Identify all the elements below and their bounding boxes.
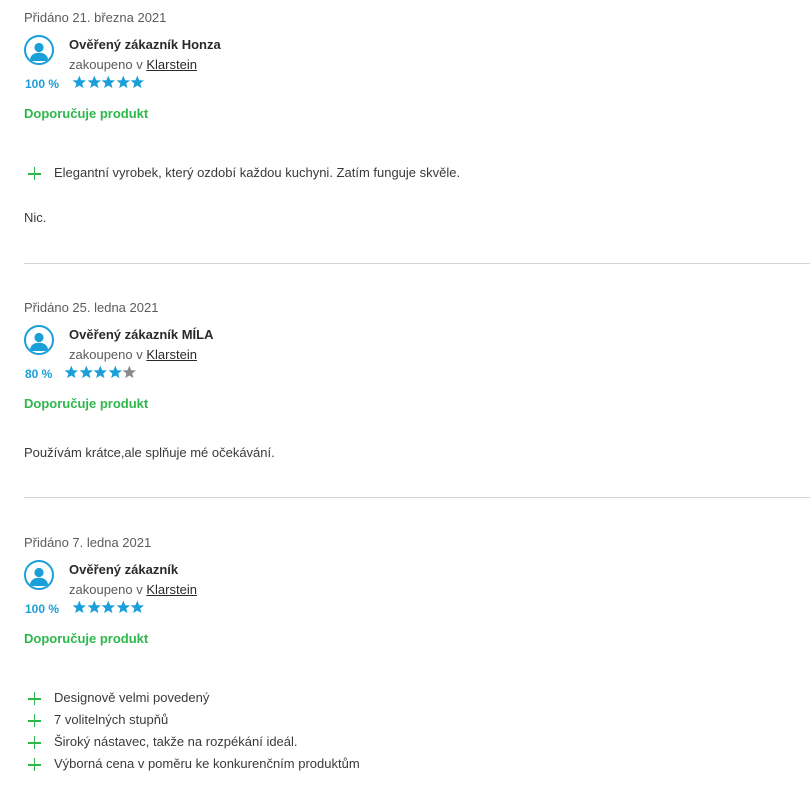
plus-icon (28, 167, 41, 180)
review-item: Přidáno 21. března 2021 Ověřený zákazník… (24, 10, 810, 250)
recommend-label: Doporučuje produkt (24, 106, 149, 121)
star-icon (72, 75, 86, 89)
user-avatar-icon (24, 325, 54, 355)
review-author: Ověřený zákazník MÍLA zakoupeno v Klarst… (24, 325, 624, 363)
review-item: Přidáno 25. ledna 2021 Ověřený zákazník … (24, 300, 810, 480)
review-date: Přidáno 21. března 2021 (24, 10, 167, 25)
pros-list: Designově velmi povedený 7 volitelných s… (24, 690, 360, 778)
pros-item: Designově velmi povedený (24, 690, 360, 712)
divider (24, 497, 810, 498)
pros-list: Elegantní vyrobek, který ozdobí každou k… (24, 165, 460, 187)
star-rating (64, 365, 137, 383)
purchased-prefix: zakoupeno v (69, 57, 143, 72)
recommend-label: Doporučuje produkt (24, 631, 149, 646)
star-icon (93, 365, 108, 379)
pros-item: Elegantní vyrobek, který ozdobí každou k… (24, 165, 460, 187)
author-name: Ověřený zákazník Honza (69, 37, 221, 52)
store-link[interactable]: Klarstein (146, 347, 197, 362)
review-date: Přidáno 7. ledna 2021 (24, 535, 152, 550)
author-name: Ověřený zákazník (69, 562, 179, 577)
plus-icon (28, 692, 41, 705)
rating: 80 % (24, 365, 324, 383)
review-date: Přidáno 25. ledna 2021 (24, 300, 159, 315)
user-avatar-icon (24, 560, 54, 590)
store-link[interactable]: Klarstein (146, 582, 197, 597)
author-name: Ověřený zákazník MÍLA (69, 327, 214, 342)
star-icon (72, 600, 86, 614)
star-icon (64, 365, 78, 379)
rating: 100 % (24, 600, 324, 618)
plus-icon (28, 758, 41, 771)
star-icon (79, 365, 93, 379)
star-icon (123, 365, 137, 379)
rating-percent: 100 % (25, 77, 60, 91)
purchased-prefix: zakoupeno v (69, 582, 143, 597)
purchased-in: zakoupeno v Klarstein (69, 57, 197, 73)
pros-item: 7 volitelných stupňů (24, 712, 360, 734)
rating-percent: 100 % (25, 602, 60, 616)
star-icon (116, 600, 130, 614)
cons-text: Nic. (24, 210, 47, 225)
star-icon (116, 75, 130, 89)
plus-icon (28, 714, 41, 727)
plus-icon (28, 736, 41, 749)
purchased-prefix: zakoupeno v (69, 347, 143, 362)
star-icon (101, 600, 116, 614)
review-comment: Používám krátce,ale splňuje mé očekávání… (24, 445, 275, 460)
review-item: Přidáno 7. ledna 2021 Ověřený zákazník z… (24, 535, 810, 785)
star-icon (108, 365, 122, 379)
rating: 100 % (24, 75, 324, 93)
purchased-in: zakoupeno v Klarstein (69, 582, 197, 598)
pros-item: Široký nástavec, takže na rozpékání ideá… (24, 734, 360, 756)
star-icon (131, 600, 145, 614)
star-icon (101, 75, 116, 89)
star-icon (131, 75, 145, 89)
purchased-in: zakoupeno v Klarstein (69, 347, 197, 363)
star-rating (72, 75, 145, 93)
star-icon (87, 600, 101, 614)
pros-item: Výborná cena v poměru ke konkurenčním pr… (24, 756, 360, 778)
store-link[interactable]: Klarstein (146, 57, 197, 72)
star-icon (87, 75, 101, 89)
divider (24, 263, 810, 264)
review-author: Ověřený zákazník Honza zakoupeno v Klars… (24, 35, 624, 73)
rating-percent: 80 % (25, 367, 53, 381)
review-author: Ověřený zákazník zakoupeno v Klarstein (24, 560, 624, 598)
user-avatar-icon (24, 35, 54, 65)
star-rating (72, 600, 145, 618)
recommend-label: Doporučuje produkt (24, 396, 149, 411)
